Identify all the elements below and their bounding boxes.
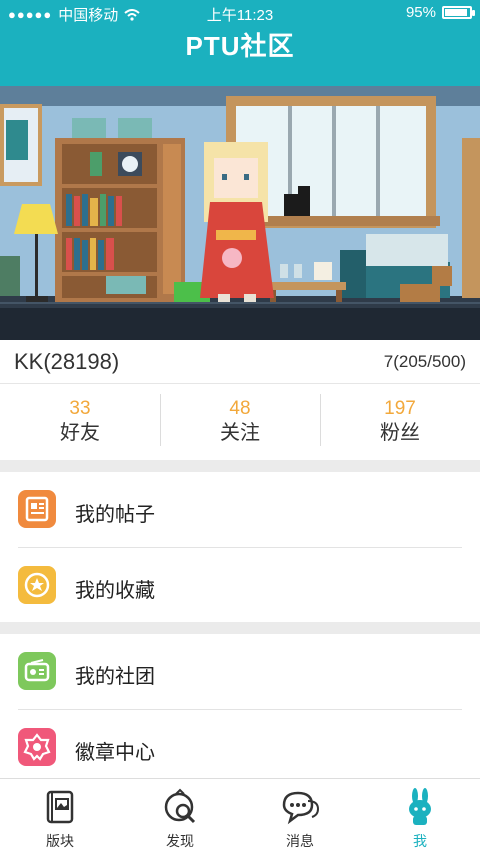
menu-label: 徽章中心 [75, 742, 155, 764]
discover-icon [164, 788, 196, 824]
stat-count: 197 [384, 398, 416, 419]
user-level: 7(205/500) [383, 352, 466, 371]
menu-item-my-favorites[interactable]: 我的收藏 [0, 548, 480, 624]
menu-item-my-clubs[interactable]: 我的社团 [0, 634, 480, 710]
tab-discover[interactable]: 发现 [120, 779, 240, 854]
social-stats: 33 好友 48 关注 197 粉丝 [0, 384, 480, 460]
tab-me[interactable]: 我 [360, 779, 480, 854]
tab-messages[interactable]: 消息 [240, 779, 360, 854]
favorite-icon [18, 566, 56, 604]
page-title: PTU社区 [185, 31, 295, 61]
tab-label: 我 [413, 833, 427, 849]
bottom-tab-bar: 版块 发现 消息 我 [0, 778, 480, 854]
menu-label: 我的帖子 [75, 504, 155, 526]
stat-count: 48 [229, 398, 251, 419]
board-icon [46, 790, 74, 824]
tab-label: 消息 [286, 833, 314, 849]
stat-count: 33 [69, 398, 91, 419]
stat-followers[interactable]: 197 粉丝 [320, 384, 480, 460]
battery-percent: 95% [405, 4, 436, 21]
me-rabbit-icon [409, 788, 431, 825]
menu-item-badge-center[interactable]: 徽章中心 [0, 710, 480, 786]
battery-icon [442, 6, 475, 19]
menu-item-my-posts[interactable]: 我的帖子 [0, 472, 480, 548]
stat-following[interactable]: 48 关注 [160, 384, 320, 460]
club-icon [18, 652, 56, 690]
status-bar: ●●●●● 中国移动 上午11:23 95% [0, 0, 480, 26]
app-header: ●●●●● 中国移动 上午11:23 95% PTU社区 [0, 0, 480, 86]
badge-icon [18, 728, 56, 766]
message-icon [282, 791, 320, 825]
stat-label: 好友 [60, 422, 100, 444]
profile-banner-illustration [0, 86, 480, 340]
menu-label: 我的社团 [75, 666, 155, 688]
profile-info-row: KK(28198) 7(205/500) [0, 340, 480, 384]
section-divider [0, 460, 480, 472]
username: KK(28198) [14, 349, 120, 374]
stat-label: 关注 [220, 422, 260, 444]
post-icon [18, 490, 56, 528]
stat-label: 粉丝 [380, 422, 420, 444]
tab-boards[interactable]: 版块 [0, 779, 120, 854]
section-divider [0, 622, 480, 634]
tab-label: 版块 [46, 833, 74, 849]
menu-label: 我的收藏 [75, 580, 155, 602]
tab-label: 发现 [166, 833, 194, 849]
stat-friends[interactable]: 33 好友 [0, 384, 160, 460]
